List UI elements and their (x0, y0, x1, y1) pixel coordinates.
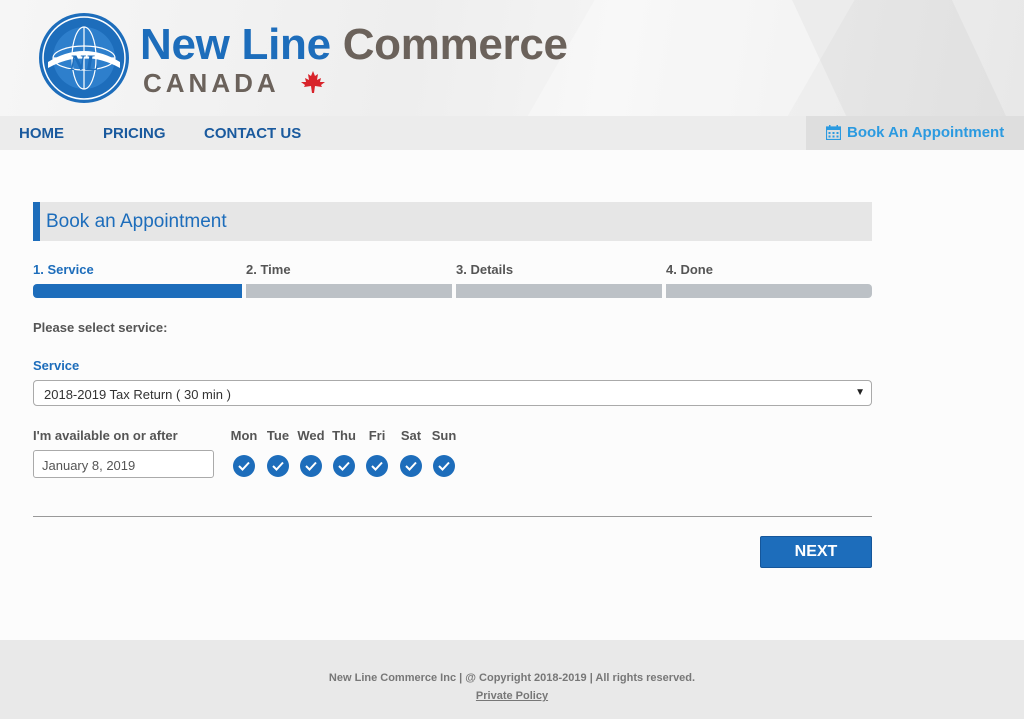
checkmark-icon (405, 461, 417, 471)
step-details-bar (456, 284, 662, 298)
day-checkbox-mon[interactable] (233, 455, 255, 477)
day-label-wed: Wed (297, 428, 325, 443)
available-date-label: I'm available on or after (33, 428, 178, 443)
day-label-mon: Mon (230, 428, 258, 443)
next-button[interactable]: NEXT (760, 536, 872, 568)
brand-name: New Line Commerce (140, 20, 568, 70)
day-checkbox-sun[interactable] (433, 455, 455, 477)
brand-name-part1: New Line (140, 20, 331, 69)
booking-panel-title: Book an Appointment (33, 202, 872, 241)
booking-title-text: Book an Appointment (46, 211, 227, 232)
checkmark-icon (272, 461, 284, 471)
step-details-label: 3. Details (456, 262, 514, 277)
checkmark-icon (371, 461, 383, 471)
calendar-icon (826, 125, 841, 140)
day-checkbox-thu[interactable] (333, 455, 355, 477)
step-done-bar (666, 284, 872, 298)
private-policy-link[interactable]: Private Policy (0, 690, 1024, 702)
service-field-label: Service (33, 358, 80, 373)
checkmark-icon (305, 461, 317, 471)
day-label-fri: Fri (368, 428, 386, 443)
step-time-label: 2. Time (246, 262, 291, 277)
maple-leaf-icon (301, 71, 325, 93)
checkmark-icon (238, 461, 250, 471)
step-done-label: 4. Done (666, 262, 713, 277)
footer-copyright: New Line Commerce Inc | @ Copyright 2018… (328, 672, 696, 684)
checkmark-icon (438, 461, 450, 471)
service-select-value: 2018-2019 Tax Return ( 30 min ) (44, 387, 231, 402)
checkmark-icon (338, 461, 350, 471)
nav-contact-link[interactable]: CONTACT US (204, 125, 301, 142)
nav-home-link[interactable]: HOME (19, 125, 64, 142)
day-checkbox-fri[interactable] (366, 455, 388, 477)
step-time-bar (246, 284, 452, 298)
nav-pricing-link[interactable]: PRICING (103, 125, 166, 142)
form-divider (33, 516, 872, 517)
book-appointment-link[interactable]: Book An Appointment (826, 124, 1004, 141)
day-checkbox-tue[interactable] (267, 455, 289, 477)
day-checkbox-wed[interactable] (300, 455, 322, 477)
available-date-value: January 8, 2019 (42, 458, 136, 473)
day-label-sun: Sun (431, 428, 457, 443)
day-checkbox-sat[interactable] (400, 455, 422, 477)
dropdown-arrow-icon: ▼ (855, 387, 865, 398)
step-service-label: 1. Service (33, 262, 94, 277)
step-service-bar (33, 284, 242, 298)
day-label-thu: Thu (332, 428, 356, 443)
brand-name-part2: Commerce (342, 20, 568, 69)
brand-subtitle: CANADA (143, 68, 280, 98)
day-label-tue: Tue (266, 428, 290, 443)
globe-nl-logo[interactable]: NL (38, 12, 130, 104)
select-service-prompt: Please select service: (33, 320, 168, 335)
day-label-sat: Sat (400, 428, 422, 443)
book-appointment-label: Book An Appointment (847, 124, 1005, 141)
service-select[interactable]: 2018-2019 Tax Return ( 30 min ) ▼ (33, 380, 872, 406)
available-date-input[interactable]: January 8, 2019 (33, 450, 214, 478)
svg-text:NL: NL (68, 50, 98, 75)
